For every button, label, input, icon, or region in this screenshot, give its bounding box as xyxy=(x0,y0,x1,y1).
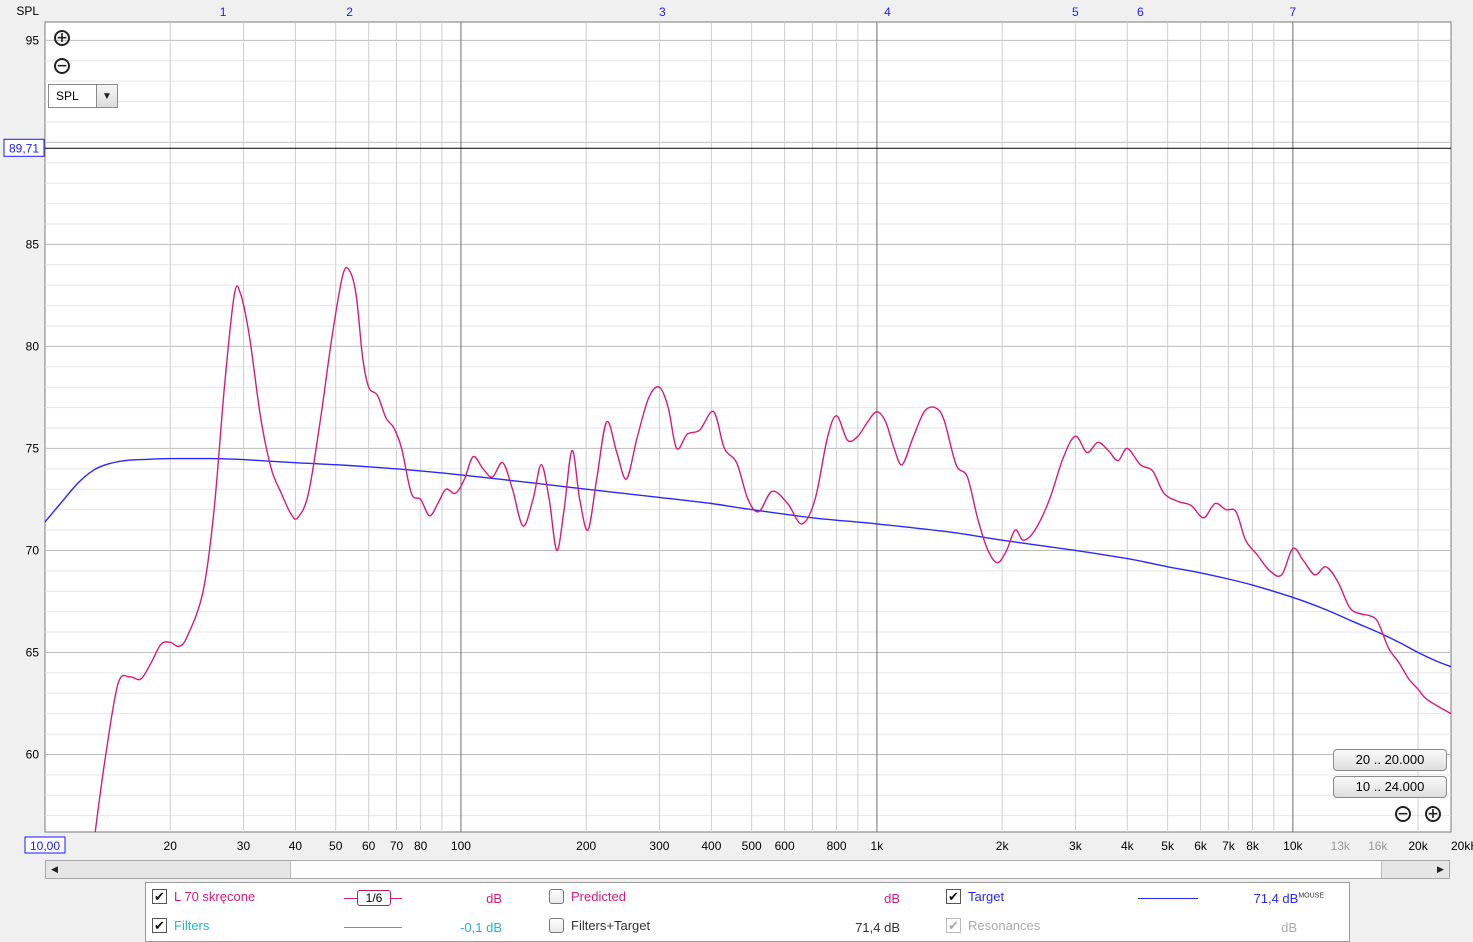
x-tick-label: 4k xyxy=(1121,839,1135,853)
frequency-response-chart[interactable]: 60657075808595SPL20 30 40 50 60 70 80 100 200 300… xyxy=(0,0,1473,935)
checkbox-checked-icon[interactable]: ✔ xyxy=(152,918,167,933)
legend-value: -0,1 dB xyxy=(460,920,502,935)
x-tick-label: 8k xyxy=(1246,839,1260,853)
x-tick-label: 6k xyxy=(1194,839,1208,853)
marker-label: 7 xyxy=(1290,5,1297,19)
chevron-down-icon: ▼ xyxy=(96,85,117,107)
x-tick-label: 5k xyxy=(1161,839,1175,853)
x-tick-label: 2k xyxy=(996,839,1010,853)
smoothing-button[interactable]: 1/6 xyxy=(357,890,391,906)
legend-item-filters-target[interactable]: Filters+Target xyxy=(549,918,650,933)
x-tick-label: 800 xyxy=(827,839,847,853)
y-tick-label: 60 xyxy=(26,747,40,761)
x-tick-label: 80 xyxy=(414,839,428,853)
legend-label: Filters+Target xyxy=(571,918,651,933)
y-axis-label: SPL xyxy=(16,4,39,18)
marker-label: 4 xyxy=(884,5,891,19)
plot-area xyxy=(44,21,1452,833)
legend-item-predicted[interactable]: Predicted xyxy=(549,889,626,904)
range-20-20000-button[interactable]: 20 .. 20.000 xyxy=(1333,749,1447,771)
zoom-in-horizontal-icon[interactable]: + xyxy=(1425,806,1441,822)
x-tick-label: 40 xyxy=(289,839,303,853)
marker-label: 6 xyxy=(1137,5,1144,19)
y-tick-label: 75 xyxy=(26,441,40,455)
legend-item-resonances[interactable]: ✔ Resonances xyxy=(946,918,1040,933)
x-tick-label: 16k xyxy=(1368,839,1388,853)
y-axis-select[interactable]: SPL ▼ xyxy=(48,84,118,108)
marker-label: 5 xyxy=(1072,5,1079,19)
x-tick-label: 400 xyxy=(701,839,721,853)
mouse-tag: MOUSE xyxy=(1298,892,1324,900)
x-tick-label: 100 xyxy=(451,839,471,853)
x-tick-label: 3k xyxy=(1069,839,1083,853)
x-tick-label: 20 xyxy=(164,839,178,853)
checkbox-disabled-icon: ✔ xyxy=(946,918,961,933)
legend-item-measurement[interactable]: ✔ L 70 skręcone xyxy=(152,889,255,904)
legend-value: 71,4 dBMOUSE xyxy=(1253,891,1325,906)
x-start-label: 10,00 xyxy=(30,839,60,853)
y-axis-select-value: SPL xyxy=(56,89,79,103)
marker-label: 2 xyxy=(346,5,353,19)
y-tick-label: 65 xyxy=(26,645,40,659)
checkbox-checked-icon[interactable]: ✔ xyxy=(946,889,961,904)
x-tick-label: 70 xyxy=(390,839,404,853)
checkbox-checked-icon[interactable]: ✔ xyxy=(152,889,167,904)
x-tick-label: 300 xyxy=(649,839,669,853)
y-tick-label: 85 xyxy=(26,237,40,251)
x-tick-label: 10k xyxy=(1283,839,1303,853)
marker-label: 3 xyxy=(659,5,666,19)
scroll-right-icon[interactable]: ▶ xyxy=(1432,861,1449,878)
legend-label: Filters xyxy=(174,918,210,933)
x-tick-label: 20k xyxy=(1408,839,1428,853)
legend-line-swatch xyxy=(1138,898,1198,899)
legend-item-target[interactable]: ✔ Target xyxy=(946,889,1004,904)
checkbox-unchecked-icon[interactable] xyxy=(549,918,564,933)
legend-label: Target xyxy=(968,889,1005,904)
x-tick-label: 7k xyxy=(1222,839,1236,853)
y-tick-label: 70 xyxy=(26,543,40,557)
x-tick-label: 50 xyxy=(329,839,343,853)
cursor-value: 89,71 xyxy=(9,141,39,155)
marker-label: 1 xyxy=(220,5,227,19)
legend-label: Predicted xyxy=(571,889,626,904)
horizontal-scrollbar[interactable]: ◀ ▶ xyxy=(45,860,1450,879)
range-10-24000-button[interactable]: 10 .. 24.000 xyxy=(1333,776,1447,798)
scrollbar-thumb[interactable] xyxy=(290,861,1382,878)
legend-value: dB xyxy=(486,891,502,906)
x-tick-label: 1k xyxy=(871,839,885,853)
zoom-out-horizontal-icon[interactable]: − xyxy=(1395,806,1411,822)
legend-value: dB xyxy=(1281,920,1297,935)
legend-label: L 70 skręcone xyxy=(174,889,256,904)
legend-line-swatch xyxy=(344,927,402,928)
legend-label: Resonances xyxy=(968,918,1041,933)
legend-panel: ✔ L 70 skręcone 1/6 dB ✔ Filters -0,1 dB… xyxy=(145,882,1350,942)
zoom-in-vertical-icon[interactable]: + xyxy=(54,30,70,46)
x-tick-label: 13k xyxy=(1331,839,1351,853)
legend-value: 71,4 dB xyxy=(855,920,900,935)
x-tick-label: 30 xyxy=(237,839,251,853)
scroll-left-icon[interactable]: ◀ xyxy=(46,861,63,878)
y-tick-label: 95 xyxy=(26,33,40,47)
y-tick-label: 80 xyxy=(26,339,40,353)
x-tick-label: 500 xyxy=(742,839,762,853)
zoom-out-vertical-icon[interactable]: − xyxy=(54,58,70,74)
x-tick-label: 200 xyxy=(576,839,596,853)
x-end-label: 20kHz xyxy=(1451,839,1473,853)
x-tick-label: 60 xyxy=(362,839,376,853)
legend-value: dB xyxy=(884,891,900,906)
x-tick-label: 600 xyxy=(775,839,795,853)
legend-item-filters[interactable]: ✔ Filters xyxy=(152,918,209,933)
checkbox-unchecked-icon[interactable] xyxy=(549,889,564,904)
